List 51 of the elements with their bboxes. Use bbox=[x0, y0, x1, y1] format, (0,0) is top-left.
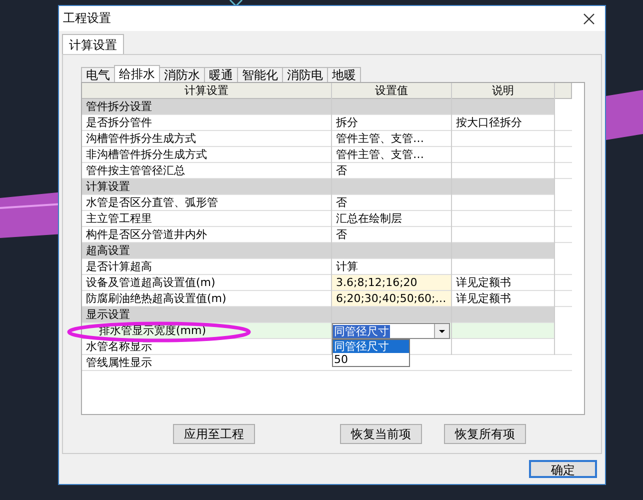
table-cell-text: 防腐刷油绝热超高设置值(m) bbox=[85, 291, 228, 306]
column-header: 说明 bbox=[452, 83, 555, 99]
table-cell-text: 水管是否区分直管、弧形管 bbox=[85, 195, 219, 210]
table-cell-text: 是否计算超高 bbox=[85, 259, 153, 274]
table-cell-text: 管件按主管管径汇总 bbox=[85, 163, 186, 178]
close-icon[interactable] bbox=[583, 12, 595, 24]
dropdown-option[interactable]: 50 bbox=[333, 353, 409, 366]
window-title: 工程设置 bbox=[63, 10, 111, 27]
table-cell-text: 管线属性显示 bbox=[85, 355, 153, 370]
table-cell-text: 管件主管、支管… bbox=[335, 131, 425, 146]
table-cell: 6;20;30;40;50;60;… bbox=[332, 291, 451, 306]
column-header: 计算设置 bbox=[82, 83, 332, 99]
action-button[interactable]: 应用至工程 bbox=[173, 424, 255, 444]
table-cell-text: 管件主管、支管… bbox=[335, 147, 425, 162]
tab[interactable]: 计算设置 bbox=[62, 34, 124, 54]
table-cell: 3.6;8;12;16;20 bbox=[332, 275, 451, 290]
tab[interactable]: 给排水 bbox=[114, 65, 160, 82]
table-cell-text: 设备及管道超高设置值(m) bbox=[85, 275, 216, 290]
caret-icon[interactable] bbox=[434, 324, 449, 338]
table-cell-text: 构件是否区分管道井内外 bbox=[85, 227, 208, 242]
table-cell-text: 否 bbox=[335, 163, 348, 178]
tab[interactable]: 消防水 bbox=[159, 67, 205, 82]
dropdown-option[interactable]: 同管径尺寸 bbox=[333, 340, 409, 353]
table-cell-text: 详见定额书 bbox=[455, 275, 512, 290]
ok-button[interactable]: 确定 bbox=[529, 460, 597, 478]
action-button[interactable]: 恢复当前项 bbox=[340, 424, 422, 444]
tab[interactable]: 消防电 bbox=[282, 67, 328, 82]
group-header: 计算设置 bbox=[85, 179, 131, 194]
group-header: 管件拆分设置 bbox=[85, 99, 153, 114]
table-cell-text: 主立管工程里 bbox=[85, 211, 153, 226]
tab[interactable]: 暖通 bbox=[204, 67, 238, 82]
group-header: 超高设置 bbox=[85, 243, 131, 258]
tab[interactable]: 智能化 bbox=[237, 67, 283, 82]
table-cell-text: 汇总在绘制层 bbox=[335, 211, 403, 226]
column-header bbox=[555, 83, 572, 99]
table-cell-text: 沟槽管件拆分生成方式 bbox=[85, 131, 197, 146]
table-cell-text: 否 bbox=[335, 227, 348, 242]
table-cell-text: 详见定额书 bbox=[455, 291, 512, 306]
table-cell-text: 拆分 bbox=[335, 115, 359, 130]
cad-line bbox=[229, 0, 243, 7]
column-header: 设置值 bbox=[332, 83, 452, 99]
action-button[interactable]: 恢复所有项 bbox=[444, 424, 526, 444]
tab[interactable]: 电气 bbox=[81, 67, 115, 82]
table-cell-text: 否 bbox=[335, 195, 348, 210]
table-cell-text: 按大口径拆分 bbox=[455, 115, 523, 130]
tab[interactable]: 地暖 bbox=[327, 67, 361, 82]
group-header: 显示设置 bbox=[85, 307, 131, 322]
table-cell-text: 计算 bbox=[335, 259, 359, 274]
table-cell-text: 是否拆分管件 bbox=[85, 115, 153, 130]
dropdown[interactable]: 同管径尺寸 bbox=[332, 323, 450, 339]
table-cell-text: 非沟槽管件拆分生成方式 bbox=[85, 147, 208, 162]
